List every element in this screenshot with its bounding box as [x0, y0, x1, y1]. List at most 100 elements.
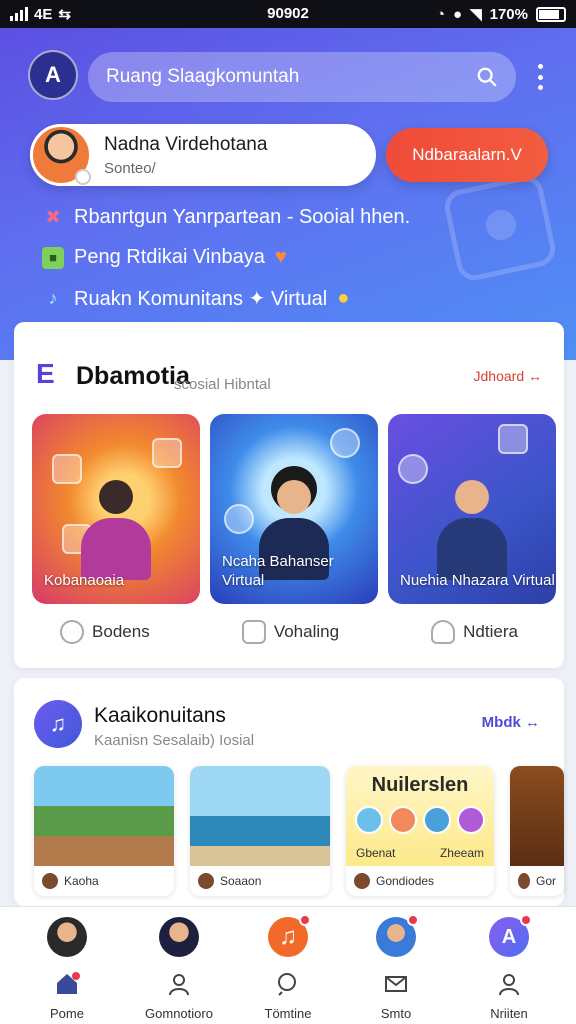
verified-icon: [75, 169, 91, 185]
battery-percent: 170%: [489, 5, 528, 23]
nav-label: Smto: [380, 1006, 412, 1021]
feature-tile[interactable]: Ncaha Bahanser Virtual: [210, 414, 378, 604]
cta-button[interactable]: Ndbaraalarn.V: [386, 128, 548, 182]
card-caption: Kaoha: [64, 874, 99, 888]
avatar: [376, 914, 419, 957]
feature-item[interactable]: ■ Peng Rtdikai Vinbaya ♥: [42, 246, 287, 269]
action-bodens[interactable]: Bodens: [60, 620, 150, 644]
game-chip-icon: [152, 438, 182, 468]
section-title: Kaaikonuitans: [94, 704, 226, 727]
nav-profile[interactable]: A Nriiten: [464, 907, 554, 1021]
featured-section: E Dbamotia scosial Hibntal Jdhoard ↔ Kob…: [14, 322, 564, 668]
section-title: Dbamotia: [76, 362, 190, 390]
wifi-icon: ◥: [470, 6, 482, 23]
nav-music[interactable]: ♫ Tömtine: [243, 907, 333, 1021]
search-input[interactable]: Ruang Slaagkomuntah: [106, 66, 476, 88]
game-chip-icon: [52, 454, 82, 484]
app-logo-icon: A: [489, 914, 532, 957]
battery-icon: [536, 6, 566, 22]
chat-icon: ■: [42, 246, 64, 269]
feature-item[interactable]: ✖ Rbanrtgun Yanrpartean - Sooial hhen.: [42, 206, 410, 229]
community-card[interactable]: Gor: [510, 766, 564, 896]
nav-label: Tömtine: [264, 1006, 312, 1021]
avatar: [42, 873, 58, 889]
feature-tile[interactable]: Nuehia Nhazara Virtual: [388, 414, 556, 604]
card-caption: Gondiodes: [376, 874, 435, 888]
section-subtitle: Kaanisn Sesalaib) Iosial: [94, 732, 255, 749]
music-bubble-icon: [224, 504, 254, 534]
nav-messages[interactable]: Smto: [351, 907, 441, 1021]
avatar: [30, 124, 92, 186]
action-ndtiera[interactable]: Ndtiera: [431, 620, 518, 644]
deco-circle: [486, 210, 516, 240]
person-icon: [499, 974, 519, 996]
community-card[interactable]: Soaaon: [190, 766, 330, 896]
tile-label: Nuehia Nhazara Virtual: [400, 572, 555, 589]
more-options-icon[interactable]: [530, 64, 550, 90]
action-label: Bodens: [92, 622, 150, 641]
avatar: [159, 917, 199, 957]
feature-text: Rbanrtgun Yanrpartean - Sooial hhen.: [74, 206, 411, 228]
game-chip-icon: [498, 424, 528, 454]
feature-text: Peng Rtdikai Vinbaya: [74, 246, 265, 268]
nav-label: Gomnotioro: [145, 1006, 213, 1021]
person-illustration: [81, 480, 151, 580]
tile-label: Ncaha Bahanser Virtual: [222, 553, 334, 589]
action-label: Vohaling: [273, 622, 340, 641]
card-caption: Soaaon: [220, 874, 262, 888]
action-vohaling[interactable]: Vohaling: [241, 620, 340, 644]
search-icon[interactable]: [476, 66, 498, 88]
search-bar[interactable]: Ruang Slaagkomuntah: [88, 52, 516, 102]
card-label: Zheeam: [439, 846, 484, 860]
member-avatars: [352, 806, 488, 834]
home-icon: [57, 972, 80, 994]
feature-tile[interactable]: Kobanaoaia: [32, 414, 200, 604]
card-caption: Gor: [535, 874, 556, 888]
share-icon: [431, 620, 456, 644]
avatar: [518, 873, 530, 889]
feature-text: Ruakn Komunitans ✦ Virtual: [74, 288, 328, 310]
message-icon: [241, 620, 266, 644]
search-tool-icon: [60, 620, 85, 644]
emoji-icon: ●: [337, 287, 350, 309]
nav-label: Pome: [50, 1006, 84, 1021]
music-note-icon: ♫: [268, 914, 311, 957]
search-icon: [278, 973, 296, 996]
x-icon: ✖: [45, 207, 61, 227]
section-link[interactable]: Jdhoard ↔: [474, 368, 542, 384]
avatar: [47, 917, 87, 957]
community-card[interactable]: Kaoha: [34, 766, 174, 896]
avatar: [354, 873, 370, 889]
status-bar: 4E ⇆ 90902 ◔ ● ◥ 170%: [0, 0, 576, 28]
community-photo: [510, 766, 564, 866]
bottom-nav: Pome Gomnotioro ♫ Tömtine Smto A Nriiten: [0, 906, 576, 1024]
community-photo: [34, 766, 174, 866]
app-logo-icon[interactable]: A: [28, 50, 78, 100]
music-bubble-icon: [330, 428, 360, 458]
person-icon: [169, 974, 189, 996]
action-label: Ndtiera: [463, 622, 518, 641]
community-section: ♫ Kaaikonuitans Kaanisn Sesalaib) Iosial…: [14, 678, 564, 906]
person-illustration: [437, 480, 507, 580]
card-title: Nuilerslen: [371, 774, 469, 796]
alarm-icon: ◔: [435, 5, 446, 23]
section-subtitle: scosial Hibntal: [174, 376, 271, 393]
nav-community[interactable]: Gomnotioro: [134, 907, 224, 1021]
music-bubble-icon: [398, 454, 428, 484]
nav-home[interactable]: Pome: [22, 907, 112, 1021]
dot-icon: ●: [453, 5, 463, 23]
tile-label: Kobanaoaia: [44, 572, 125, 589]
community-card[interactable]: Nuilerslen Gbenat Zheeam Gondiodes: [346, 766, 494, 896]
mail-icon: [385, 976, 407, 992]
section-link[interactable]: Mbdk ↔: [482, 714, 540, 731]
profile-card[interactable]: Nadna Virdehotana Sonteo/: [30, 124, 376, 186]
music-icon: ♪: [48, 288, 58, 308]
profile-name: Nadna Virdehotana: [104, 133, 268, 155]
heart-icon: ♥: [274, 246, 287, 268]
card-label: Gbenat: [356, 846, 396, 860]
section-logo-icon: E: [36, 358, 55, 389]
community-photo: [190, 766, 330, 866]
profile-subtitle: Sonteo/: [104, 159, 156, 177]
avatar: [198, 873, 214, 889]
feature-item[interactable]: ♪ Ruakn Komunitans ✦ Virtual ●: [42, 286, 350, 311]
